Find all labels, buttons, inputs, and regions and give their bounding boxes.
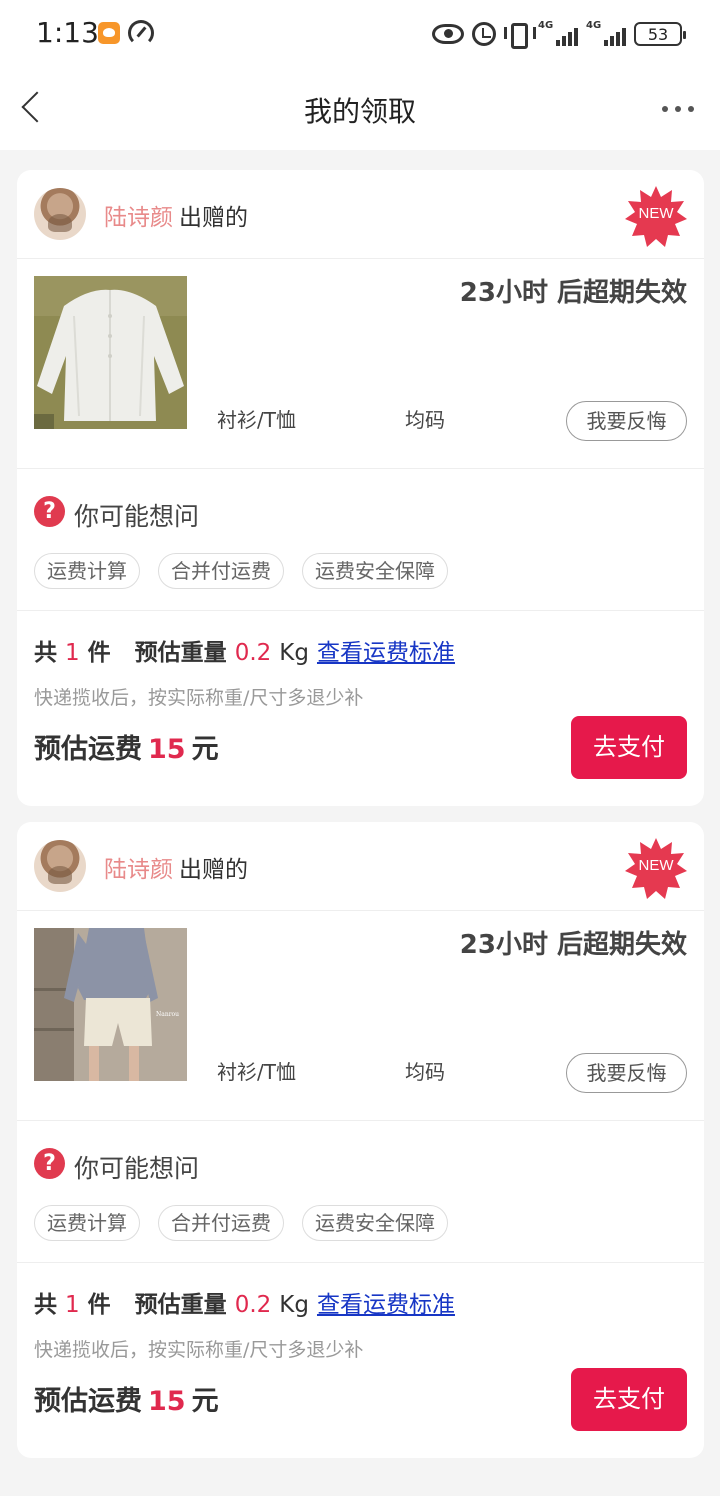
status-time: 1:13 (36, 16, 99, 49)
signal-icon-2: 4G (586, 20, 626, 48)
product-image[interactable]: Nanrou (34, 928, 187, 1081)
expire-text: 23小时 后超期失效 (459, 930, 687, 960)
faq-title: 你可能想问 (74, 502, 200, 531)
shipping-standard-link[interactable]: 查看运费标准 (317, 640, 455, 666)
battery-icon: 53 (634, 22, 686, 46)
shipping-note: 快递揽收后，按实际称重/尺寸多退少补 (34, 687, 364, 709)
donor-line: 陆诗颜 出赠的 (104, 198, 248, 232)
product-image[interactable] (34, 276, 187, 429)
tag-shipping-guarantee[interactable]: 运费安全保障 (302, 553, 448, 589)
faq-tags: 运费计算 合并付运费 运费安全保障 (34, 553, 448, 589)
donor-suffix: 出赠的 (179, 857, 248, 883)
speed-icon (128, 20, 154, 46)
avatar[interactable] (34, 188, 86, 240)
question-icon: ? (34, 496, 65, 527)
more-icon[interactable] (662, 106, 694, 112)
pay-button[interactable]: 去支付 (571, 716, 687, 779)
weight-value: 0.2 (234, 640, 272, 666)
summary-line: 共 1 件预估重量 0.2 Kg 查看运费标准 (34, 1292, 455, 1318)
tag-combine-shipping[interactable]: 合并付运费 (158, 553, 284, 589)
faq-title: 你可能想问 (74, 1154, 200, 1183)
question-icon: ? (34, 1148, 65, 1179)
donor-name[interactable]: 陆诗颜 (104, 205, 173, 231)
faq-section: ? 你可能想问 运费计算 合并付运费 运费安全保障 (17, 1121, 704, 1263)
eye-icon (432, 24, 464, 44)
size-label: 均码 (405, 1060, 445, 1084)
regret-button[interactable]: 我要反悔 (566, 1053, 687, 1093)
tag-shipping-calc[interactable]: 运费计算 (34, 553, 140, 589)
card-header: 陆诗颜 出赠的 NEW (17, 170, 704, 259)
estimated-fee: 预估运费 15 元 (34, 1386, 219, 1417)
fee-amount: 15 (148, 734, 186, 765)
avatar[interactable] (34, 840, 86, 892)
summary-section: 共 1 件预估重量 0.2 Kg 查看运费标准 快递揽收后，按实际称重/尺寸多退… (17, 1263, 704, 1458)
new-badge: NEW (624, 185, 688, 249)
signal-icon: 4G (538, 20, 578, 48)
alarm-icon (472, 22, 496, 46)
claim-card: 陆诗颜 出赠的 NEW 23小时 后超期失效 衬衫/T恤 均码 我要反悔 ? 你可… (17, 170, 704, 806)
faq-section: ? 你可能想问 运费计算 合并付运费 运费安全保障 (17, 469, 704, 611)
tag-shipping-calc[interactable]: 运费计算 (34, 1205, 140, 1241)
status-icons: 4G 4G 53 (432, 18, 686, 50)
category-label: 衬衫/T恤 (217, 408, 296, 432)
summary-section: 共 1 件预估重量 0.2 Kg 查看运费标准 快递揽收后，按实际称重/尺寸多退… (17, 611, 704, 806)
new-badge: NEW (624, 837, 688, 901)
size-label: 均码 (405, 408, 445, 432)
svg-text:Nanrou: Nanrou (156, 1011, 179, 1018)
faq-tags: 运费计算 合并付运费 运费安全保障 (34, 1205, 448, 1241)
shipping-note: 快递揽收后，按实际称重/尺寸多退少补 (34, 1339, 364, 1361)
shipping-standard-link[interactable]: 查看运费标准 (317, 1292, 455, 1318)
expire-text: 23小时 后超期失效 (459, 278, 687, 308)
item-count: 1 (65, 640, 80, 666)
nav-bar: 我的领取 (0, 68, 720, 150)
app-notification-icon (98, 22, 120, 44)
claim-card: 陆诗颜 出赠的 NEW Nanrou 23小时 后超期失效 衬衫/T恤 均码 我… (17, 822, 704, 1458)
page-title: 我的领取 (303, 95, 416, 128)
product-row: Nanrou 23小时 后超期失效 衬衫/T恤 均码 我要反悔 (17, 911, 704, 1121)
donor-line: 陆诗颜 出赠的 (104, 850, 248, 884)
vibrate-icon (504, 22, 536, 49)
regret-button[interactable]: 我要反悔 (566, 401, 687, 441)
weight-value: 0.2 (234, 1292, 272, 1318)
item-count: 1 (65, 1292, 80, 1318)
status-bar: 1:13 4G 4G 53 (0, 0, 720, 68)
category-label: 衬衫/T恤 (217, 1060, 296, 1084)
donor-name[interactable]: 陆诗颜 (104, 857, 173, 883)
tag-combine-shipping[interactable]: 合并付运费 (158, 1205, 284, 1241)
summary-line: 共 1 件预估重量 0.2 Kg 查看运费标准 (34, 640, 455, 666)
estimated-fee: 预估运费 15 元 (34, 734, 219, 765)
fee-amount: 15 (148, 1386, 186, 1417)
product-row: 23小时 后超期失效 衬衫/T恤 均码 我要反悔 (17, 259, 704, 469)
pay-button[interactable]: 去支付 (571, 1368, 687, 1431)
card-header: 陆诗颜 出赠的 NEW (17, 822, 704, 911)
tag-shipping-guarantee[interactable]: 运费安全保障 (302, 1205, 448, 1241)
donor-suffix: 出赠的 (179, 205, 248, 231)
